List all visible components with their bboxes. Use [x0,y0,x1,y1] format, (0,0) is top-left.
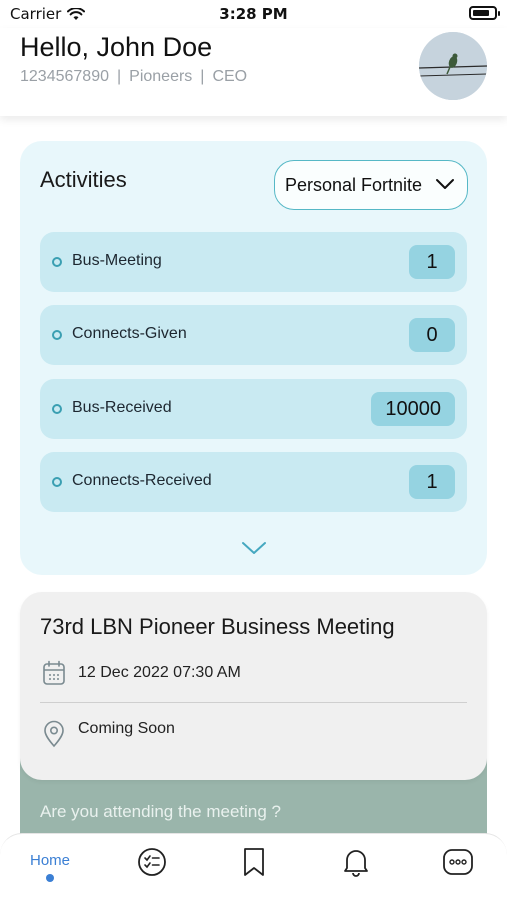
avatar[interactable] [419,32,487,100]
activity-count: 10000 [371,392,455,426]
profile-meta: 1234567890 | Pioneers | CEO [20,68,247,86]
meeting-location: Coming Soon [78,720,175,737]
role-name: CEO [212,68,248,85]
nav-tasks[interactable] [122,846,182,886]
bullet-icon [52,477,62,487]
activity-count: 0 [409,318,455,352]
activity-label: Bus-Meeting [72,252,162,269]
activities-card: Activities Personal Fortnite Bus-Meeting… [20,141,487,575]
nav-bookmarks[interactable] [224,846,284,886]
group-name: Pioneers [129,68,193,85]
avatar-photo [419,32,487,100]
bullet-icon [52,330,62,340]
location-pin-icon [44,720,64,748]
meta-separator: | [116,68,122,85]
battery-icon [469,6,500,20]
active-indicator [46,874,54,882]
activity-label: Connects-Received [72,472,212,489]
bookmark-icon [244,848,264,876]
activity-row-bus-received[interactable]: Bus-Received 10000 [40,379,467,439]
profile-header: Hello, John Doe 1234567890 | Pioneers | CEO [0,28,507,116]
meeting-title: 73rd LBN Pioneer Business Meeting [40,614,395,639]
more-icon [443,849,473,875]
nav-notifications[interactable] [326,846,386,886]
meta-separator: | [200,68,205,85]
status-bar: Carrier 3:28 PM [0,0,507,28]
expand-chevron-icon[interactable] [241,541,267,555]
activity-row-bus-meeting[interactable]: Bus-Meeting 1 [40,232,467,292]
activities-title: Activities [40,167,127,192]
divider [40,702,467,703]
bell-icon [344,850,368,877]
activity-label: Bus-Received [72,399,172,416]
period-selected-value: Personal Fortnite [285,174,423,195]
chevron-down-icon [436,179,454,189]
nav-home-label: Home [29,852,70,869]
phone-number: 1234567890 [20,68,109,85]
bullet-icon [52,257,62,267]
bottom-nav: Home [0,833,507,900]
meeting-datetime: 12 Dec 2022 07:30 AM [78,664,241,681]
attendance-question: Are you attending the meeting ? [40,802,281,821]
activity-row-connects-received[interactable]: Connects-Received 1 [40,452,467,512]
clock: 3:28 PM [219,5,288,23]
period-dropdown[interactable]: Personal Fortnite [274,160,468,210]
activity-row-connects-given[interactable]: Connects-Given 0 [40,305,467,365]
battery-fill [473,10,489,16]
nav-more[interactable] [428,846,488,886]
calendar-icon [43,660,65,685]
activity-label: Connects-Given [72,325,187,342]
meeting-card[interactable]: 73rd LBN Pioneer Business Meeting 12 Dec… [20,592,487,780]
activity-count: 1 [409,465,455,499]
tasks-icon [138,848,166,876]
greeting-title: Hello, John Doe [20,32,213,62]
activity-count: 1 [409,245,455,279]
nav-home[interactable]: Home [20,846,80,886]
bullet-icon [52,404,62,414]
